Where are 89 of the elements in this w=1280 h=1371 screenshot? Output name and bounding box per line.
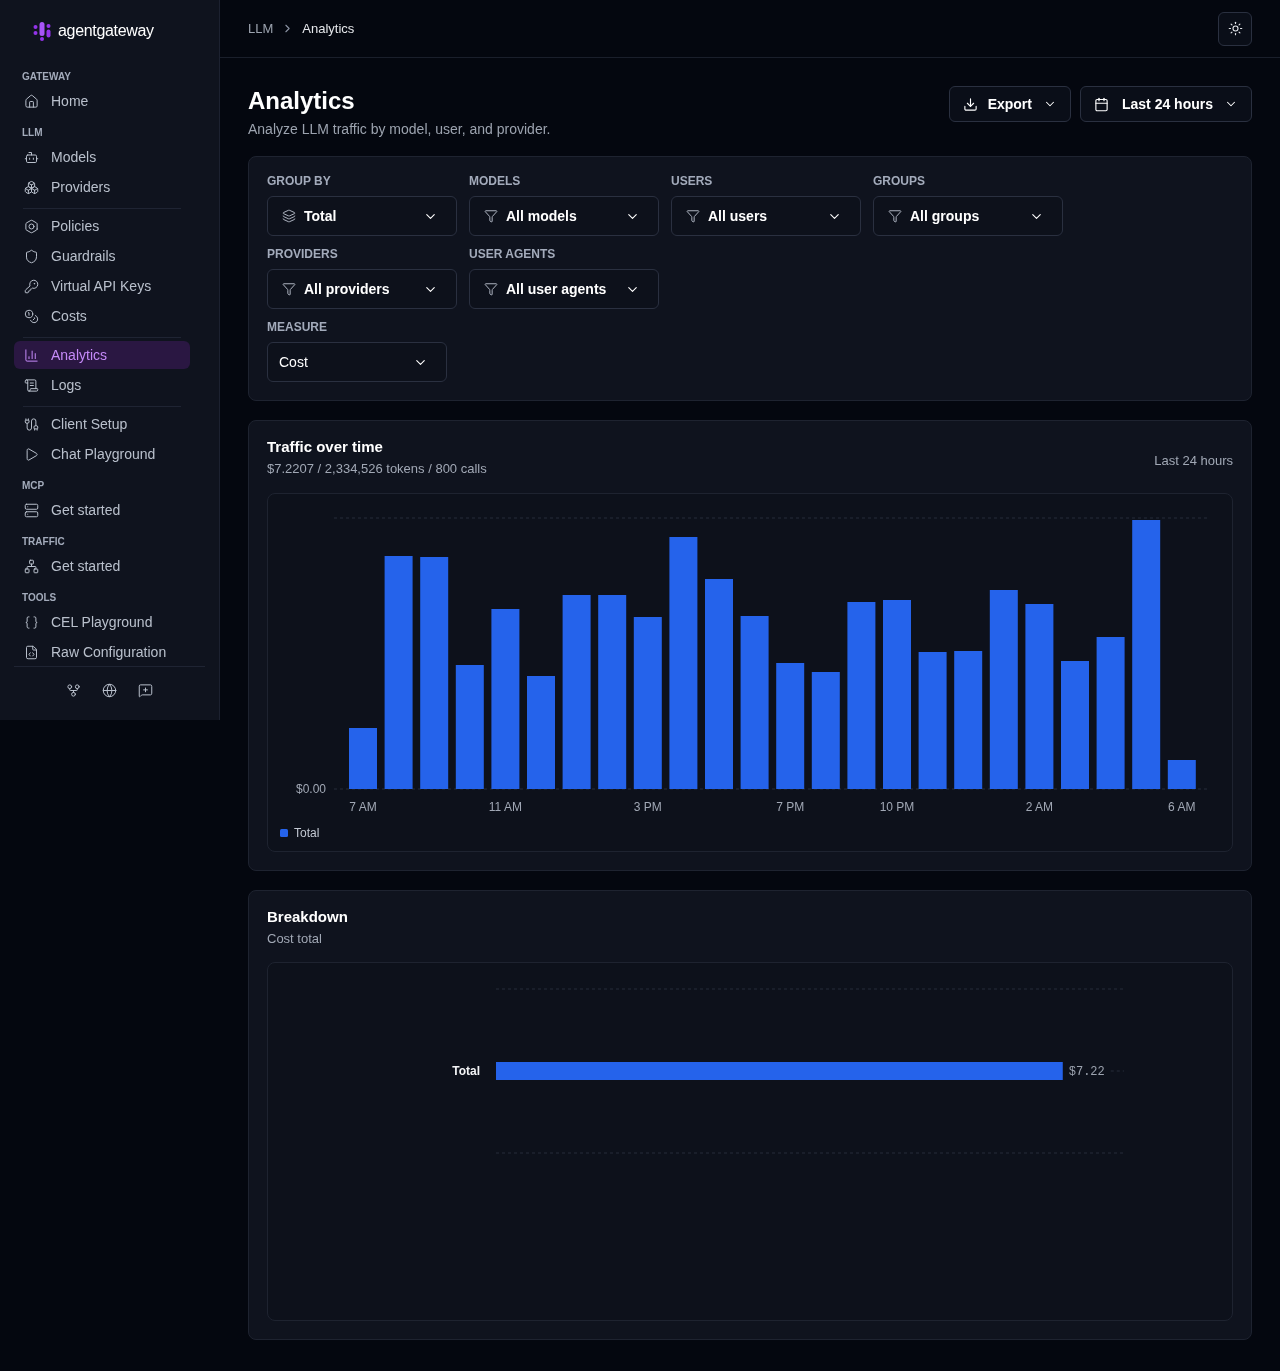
network-icon	[24, 558, 39, 574]
nav-item[interactable]: Analytics	[14, 341, 190, 369]
logo-icon	[33, 21, 51, 41]
braces-icon	[24, 614, 39, 630]
nav-item[interactable]: Models	[14, 143, 190, 171]
nav-item[interactable]: CEL Playground	[14, 608, 190, 636]
field-label: GROUP BY	[267, 173, 331, 190]
card-title: Breakdown	[267, 907, 348, 927]
layers-icon	[282, 209, 296, 223]
section-heading: LLM	[22, 126, 43, 140]
section-heading: TOOLS	[22, 591, 57, 605]
field-label: MEASURE	[267, 319, 327, 336]
coins-icon	[24, 308, 39, 324]
field-label: PROVIDERS	[267, 246, 338, 263]
theme-toggle-button[interactable]	[1218, 11, 1252, 46]
breadcrumb-current: Analytics	[302, 19, 355, 38]
server-icon	[24, 502, 39, 518]
nav-item[interactable]: Home	[14, 87, 190, 115]
field-label: GROUPS	[873, 173, 925, 190]
nav-item[interactable]: Virtual API Keys	[14, 272, 190, 300]
value-label: $7.22	[1068, 1065, 1105, 1079]
filter-icon	[888, 209, 902, 223]
chart-bar	[1167, 760, 1196, 789]
scroll-icon	[24, 377, 39, 393]
logo-text: agentgateway	[58, 21, 154, 41]
filter-icon	[686, 209, 700, 223]
boxes-icon	[24, 179, 39, 195]
page-subtitle: Analyze LLM traffic by model, user, and provider.	[248, 120, 551, 139]
bar-chart-icon	[24, 347, 39, 363]
calendar-icon	[1093, 96, 1109, 112]
x-axis-label: 7 PM	[776, 800, 805, 814]
field-label: MODELS	[469, 173, 521, 190]
message-plus-icon[interactable]	[138, 683, 153, 698]
breadcrumb-link[interactable]: LLM	[248, 18, 274, 39]
x-axis-label: 3 PM	[633, 800, 662, 814]
select-dropdown[interactable]: Cost	[267, 342, 447, 382]
section-heading: GATEWAY	[22, 70, 71, 84]
section-heading: TRAFFIC	[22, 535, 65, 549]
select-dropdown[interactable]: All models	[469, 196, 659, 236]
hexagon-nut-icon	[24, 218, 39, 234]
section-heading: MCP	[22, 479, 45, 493]
nav-item[interactable]: Get started	[14, 496, 190, 524]
code-file-icon	[24, 644, 39, 660]
cable-icon	[24, 416, 39, 432]
select-dropdown[interactable]: All user agents	[469, 269, 659, 309]
shield-icon	[24, 248, 39, 264]
x-axis-label: 10 PM	[879, 800, 915, 814]
key-icon	[24, 278, 39, 294]
card-subtitle: Cost total	[267, 930, 322, 948]
x-axis-label: 2 AM	[1025, 800, 1054, 814]
globe-icon[interactable]	[102, 683, 117, 698]
category-label: Total	[452, 1064, 480, 1078]
x-axis-label: 6 AM	[1168, 800, 1196, 814]
play-icon	[24, 446, 39, 462]
select-dropdown[interactable]: Total	[267, 196, 457, 236]
export-button[interactable]: Export	[948, 86, 1071, 122]
nav-item[interactable]: Raw Configuration	[14, 638, 190, 666]
legend-swatch-icon	[280, 829, 288, 837]
field-label: USER AGENTS	[469, 246, 556, 263]
date-range-button[interactable]: Last 24 hours	[1079, 86, 1252, 122]
filter-icon	[484, 209, 498, 223]
time-range-label: Last 24 hours	[1154, 452, 1233, 470]
filter-icon	[282, 282, 296, 296]
sun-icon	[1227, 21, 1243, 36]
field-label: USERS	[671, 173, 713, 190]
nav-item[interactable]: Costs	[14, 302, 190, 330]
legend-label: Total	[294, 826, 320, 840]
x-axis-label: 11 AM	[488, 800, 522, 814]
nav-item[interactable]: Policies	[14, 212, 190, 240]
page-title: Analytics	[248, 86, 355, 116]
filter-icon	[484, 282, 498, 296]
robot-icon	[24, 149, 39, 165]
nav-item[interactable]: Get started	[14, 552, 190, 580]
nav-item[interactable]: Providers	[14, 173, 190, 201]
fork-icon[interactable]	[66, 683, 81, 698]
download-icon	[962, 96, 978, 112]
y-axis-label: $0.00	[295, 782, 326, 796]
nav-item[interactable]: Guardrails	[14, 242, 190, 270]
card-title: Traffic over time	[267, 437, 383, 457]
x-axis-label: 7 AM	[349, 800, 377, 814]
select-dropdown[interactable]: All users	[671, 196, 861, 236]
nav-item[interactable]: Chat Playground	[14, 440, 190, 468]
select-dropdown[interactable]: All groups	[873, 196, 1063, 236]
nav-item[interactable]: Logs	[14, 371, 190, 399]
nav-item[interactable]: Client Setup	[14, 410, 190, 438]
card-summary: $7.2207 / 2,334,526 tokens / 800 calls	[267, 460, 487, 478]
home-icon	[24, 93, 39, 109]
chart-bar	[349, 728, 377, 789]
select-dropdown[interactable]: All providers	[267, 269, 457, 309]
